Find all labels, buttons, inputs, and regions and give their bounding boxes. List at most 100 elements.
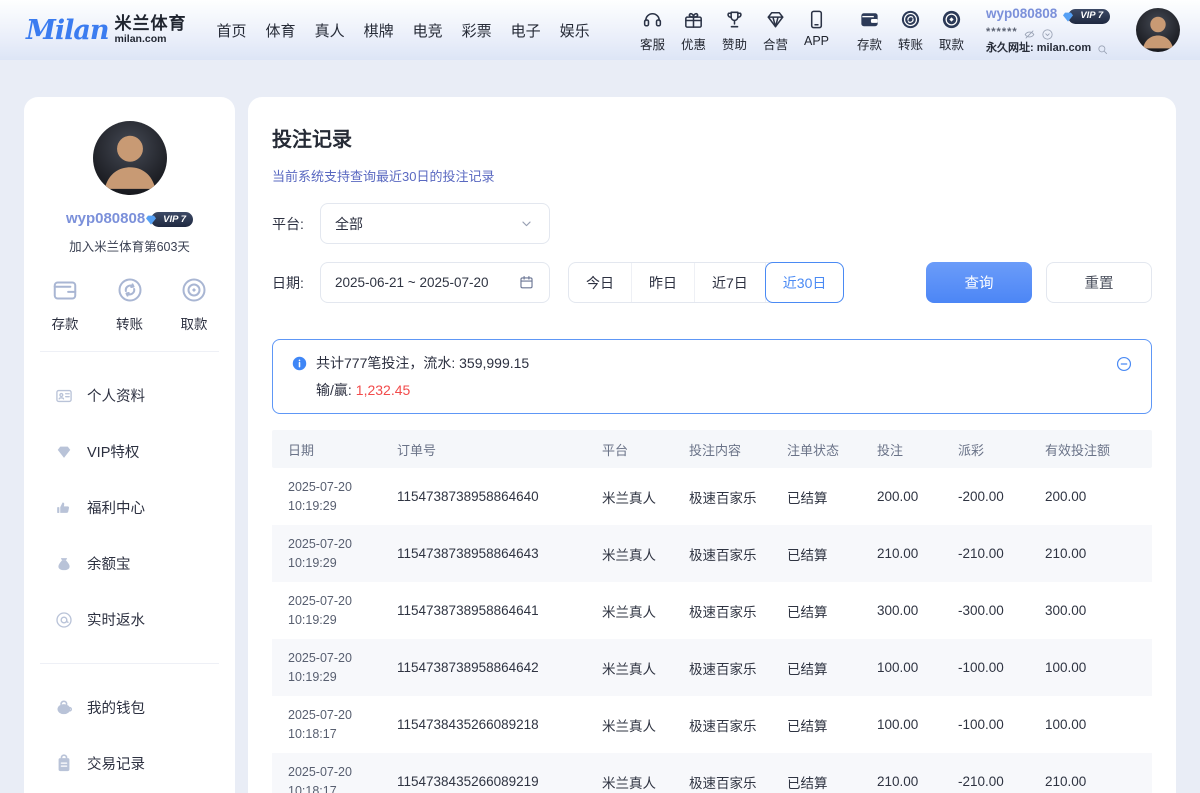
- quick-date-昨日[interactable]: 昨日: [632, 263, 695, 302]
- cell-date: 2025-07-2010:18:17: [288, 763, 397, 793]
- header-link-label: 客服: [640, 34, 665, 53]
- top-header: Milan 米兰体育 milan.com 首页体育真人棋牌电竞彩票电子娱乐 客服…: [0, 0, 1200, 60]
- quick-date-近30日[interactable]: 近30日: [765, 262, 845, 303]
- table-header-cell: 平台: [602, 440, 689, 459]
- nav-item-0[interactable]: 首页: [217, 20, 247, 41]
- sidebar-quick-label: 取款: [181, 313, 208, 333]
- cell-content: 极速百家乐: [689, 487, 787, 507]
- id-card-icon: [54, 386, 74, 406]
- sidebar-menu-primary: 个人资料VIP特权福利中心余额宝实时返水: [38, 370, 221, 645]
- table-row: 2025-07-2010:19:291154738738958864640米兰真…: [272, 468, 1152, 525]
- header-username[interactable]: wyp080808: [986, 6, 1057, 23]
- cell-status: 已结算: [787, 715, 877, 735]
- cell-platform: 米兰真人: [602, 487, 689, 507]
- table-header-cell: 投注: [877, 440, 958, 459]
- cell-date: 2025-07-2010:19:29: [288, 592, 397, 630]
- sidebar-item-thumbs-up[interactable]: 福利中心: [38, 482, 221, 533]
- magnifier-icon[interactable]: [1096, 42, 1109, 55]
- main-panel: 投注记录 当前系统支持查询最近30日的投注记录 平台: 全部 日期: 2025-…: [248, 97, 1176, 793]
- sidebar-item-label: 我的钱包: [87, 697, 145, 718]
- nav-item-6[interactable]: 电子: [511, 20, 541, 41]
- avatar[interactable]: [1136, 8, 1180, 52]
- sidebar-item-money-bag[interactable]: 余额宝: [38, 538, 221, 589]
- cell-content: 极速百家乐: [689, 658, 787, 678]
- nav-item-3[interactable]: 棋牌: [364, 20, 394, 41]
- header-link-transfer-filled[interactable]: 转账: [890, 8, 931, 53]
- sidebar-quick-actions: 存款转账取款: [38, 275, 221, 333]
- header-link-wallet-filled[interactable]: 存款: [849, 8, 890, 53]
- piggy-bank-icon: [54, 698, 74, 718]
- header-link-withdraw-filled[interactable]: 取款: [931, 8, 972, 53]
- sidebar-item-label: 交易记录: [87, 753, 145, 774]
- vip-level-label: VIP 7: [163, 214, 186, 225]
- header-link-headset[interactable]: 客服: [632, 8, 673, 53]
- brand-domain: milan.com: [115, 34, 187, 45]
- nav-item-7[interactable]: 娱乐: [560, 20, 590, 41]
- nav-item-4[interactable]: 电竞: [413, 20, 443, 41]
- sidebar-item-piggy-bank[interactable]: 我的钱包: [38, 682, 221, 733]
- nav-item-2[interactable]: 真人: [315, 20, 345, 41]
- cell-payout: -300.00: [958, 603, 1045, 618]
- header-link-label: 合营: [763, 34, 788, 53]
- header-link-label: 优惠: [681, 34, 706, 53]
- cell-order-no: 1154738738958864642: [397, 660, 602, 675]
- brand-logo[interactable]: Milan 米兰体育 milan.com: [26, 15, 187, 45]
- cell-bet: 200.00: [877, 489, 958, 504]
- cell-valid: 100.00: [1045, 660, 1136, 675]
- header-wallet-links: 存款转账取款: [849, 8, 972, 53]
- sidebar-item-clipboard[interactable]: 交易记录: [38, 738, 221, 789]
- winloss-label: 输/赢:: [316, 382, 352, 398]
- eye-off-icon[interactable]: [1023, 27, 1036, 40]
- date-range-value: 2025-06-21 ~ 2025-07-20: [335, 275, 489, 290]
- quick-date-今日[interactable]: 今日: [569, 263, 632, 302]
- sidebar-avatar[interactable]: [93, 121, 167, 195]
- table-header-cell: 日期: [288, 440, 397, 459]
- date-filter-row: 日期: 2025-06-21 ~ 2025-07-20 今日昨日近7日近30日 …: [272, 262, 1152, 303]
- platform-select[interactable]: 全部: [320, 203, 550, 244]
- person-icon: [1136, 8, 1180, 52]
- header-link-gift[interactable]: 优惠: [673, 8, 714, 53]
- table-header-cell: 有效投注额: [1045, 440, 1136, 459]
- table-row: 2025-07-2010:19:291154738738958864642米兰真…: [272, 639, 1152, 696]
- sidebar-item-id-card[interactable]: 个人资料: [38, 370, 221, 421]
- sidebar-quick-withdraw[interactable]: 取款: [179, 275, 209, 333]
- vip-badge: VIP 7: [151, 212, 193, 227]
- query-button[interactable]: 查询: [926, 262, 1032, 303]
- chevron-circle-icon[interactable]: [1041, 27, 1054, 40]
- table-header-cell: 投注内容: [689, 440, 787, 459]
- cell-payout: -200.00: [958, 489, 1045, 504]
- cell-date: 2025-07-2010:19:29: [288, 649, 397, 687]
- cell-content: 极速百家乐: [689, 544, 787, 564]
- reset-button[interactable]: 重置: [1046, 262, 1152, 303]
- cell-status: 已结算: [787, 772, 877, 792]
- nav-item-1[interactable]: 体育: [266, 20, 296, 41]
- sidebar-menu-secondary: 我的钱包交易记录投注记录: [38, 682, 221, 793]
- gift-icon: [682, 8, 705, 31]
- header-link-diamond[interactable]: 合营: [755, 8, 796, 53]
- sidebar-item-rebate[interactable]: 实时返水: [38, 594, 221, 645]
- cell-payout: -210.00: [958, 546, 1045, 561]
- collapse-icon[interactable]: [1115, 355, 1133, 373]
- diamond-icon: [764, 8, 787, 31]
- vip-badge: VIP 7: [1068, 9, 1110, 24]
- trophy-icon: [723, 8, 746, 31]
- nav-item-5[interactable]: 彩票: [462, 20, 492, 41]
- main-nav: 首页体育真人棋牌电竞彩票电子娱乐: [217, 20, 590, 41]
- quick-date-近7日[interactable]: 近7日: [695, 263, 766, 302]
- calendar-icon[interactable]: [518, 274, 535, 291]
- sidebar-item-gem[interactable]: VIP特权: [38, 426, 221, 477]
- gem-icon: [54, 442, 74, 462]
- header-link-phone[interactable]: APP: [796, 8, 837, 53]
- transfer-icon: [115, 275, 145, 305]
- platform-selected-value: 全部: [335, 214, 363, 234]
- date-range-input[interactable]: 2025-06-21 ~ 2025-07-20: [320, 262, 550, 303]
- table-row: 2025-07-2010:18:171154738435266089219米兰真…: [272, 753, 1152, 793]
- divider: [40, 663, 219, 664]
- info-icon: [291, 355, 308, 372]
- sidebar-quick-transfer[interactable]: 转账: [115, 275, 145, 333]
- sidebar-quick-wallet[interactable]: 存款: [50, 275, 80, 333]
- header-quick-links: 客服优惠赞助合营 APP: [632, 8, 837, 53]
- header-link-trophy[interactable]: 赞助: [714, 8, 755, 53]
- cell-platform: 米兰真人: [602, 544, 689, 564]
- phone-icon: [805, 8, 828, 31]
